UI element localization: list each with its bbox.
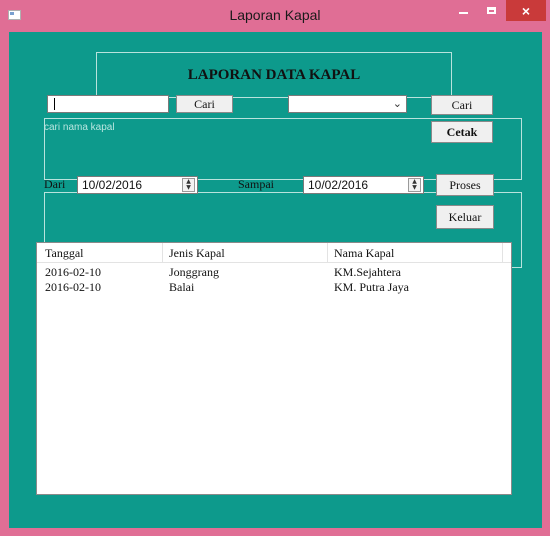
from-date-value: 10/02/2016 xyxy=(82,178,143,192)
maximize-button[interactable] xyxy=(478,0,504,21)
close-icon: × xyxy=(521,2,531,19)
cell-nama-kapal: KM. Putra Jaya xyxy=(334,280,409,294)
to-date-label: Sampai xyxy=(238,177,274,191)
to-date-picker[interactable]: 10/02/2016 ▲ ▼ xyxy=(303,176,424,194)
cell-tanggal: 2016-02-10 xyxy=(45,280,101,294)
search-type-button[interactable]: Cari xyxy=(431,95,493,115)
process-button[interactable]: Proses xyxy=(436,174,494,196)
table-row[interactable]: 2016-02-10 Balai KM. Putra Jaya xyxy=(37,280,511,295)
minimize-button[interactable] xyxy=(450,0,476,21)
to-date-value: 10/02/2016 xyxy=(308,178,369,192)
column-header-jenis-kapal[interactable]: Jenis Kapal xyxy=(169,246,225,261)
list-header: Tanggal Jenis Kapal Nama Kapal xyxy=(37,243,511,263)
date-spinner-icon[interactable]: ▲ ▼ xyxy=(408,178,421,192)
app-window: Laporan Kapal × LAPORAN DATA KAPAL Cari … xyxy=(0,0,550,536)
column-divider[interactable] xyxy=(502,243,503,262)
column-divider[interactable] xyxy=(162,243,163,262)
title-bar[interactable]: Laporan Kapal × xyxy=(0,0,550,32)
search-name-button[interactable]: Cari xyxy=(176,95,233,113)
ship-type-combobox[interactable]: ⌄ xyxy=(288,95,407,113)
from-date-label: Dari xyxy=(44,177,66,191)
header-panel: LAPORAN DATA KAPAL xyxy=(96,52,452,98)
date-spinner-icon[interactable]: ▲ ▼ xyxy=(182,178,195,192)
column-header-nama-kapal[interactable]: Nama Kapal xyxy=(334,246,394,261)
from-date-picker[interactable]: 10/02/2016 ▲ ▼ xyxy=(77,176,198,194)
search-hint-label: cari nama kapal xyxy=(44,122,115,133)
page-title: LAPORAN DATA KAPAL xyxy=(187,66,361,83)
cell-nama-kapal: KM.Sejahtera xyxy=(334,265,401,279)
text-caret xyxy=(54,98,55,110)
cell-tanggal: 2016-02-10 xyxy=(45,265,101,279)
table-row[interactable]: 2016-02-10 Jonggrang KM.Sejahtera xyxy=(37,265,511,280)
exit-button[interactable]: Keluar xyxy=(436,205,494,229)
close-button[interactable]: × xyxy=(506,0,546,21)
chevron-down-icon[interactable]: ⌄ xyxy=(393,97,402,110)
report-list-view[interactable]: Tanggal Jenis Kapal Nama Kapal 2016-02-1… xyxy=(36,242,512,495)
minimize-icon xyxy=(458,11,468,14)
maximize-icon xyxy=(486,7,496,14)
cell-jenis-kapal: Jonggrang xyxy=(169,265,219,279)
cell-jenis-kapal: Balai xyxy=(169,280,195,294)
column-divider[interactable] xyxy=(327,243,328,262)
column-header-tanggal[interactable]: Tanggal xyxy=(45,246,83,261)
print-button[interactable]: Cetak xyxy=(431,121,493,143)
ship-name-search-input[interactable] xyxy=(47,95,169,113)
